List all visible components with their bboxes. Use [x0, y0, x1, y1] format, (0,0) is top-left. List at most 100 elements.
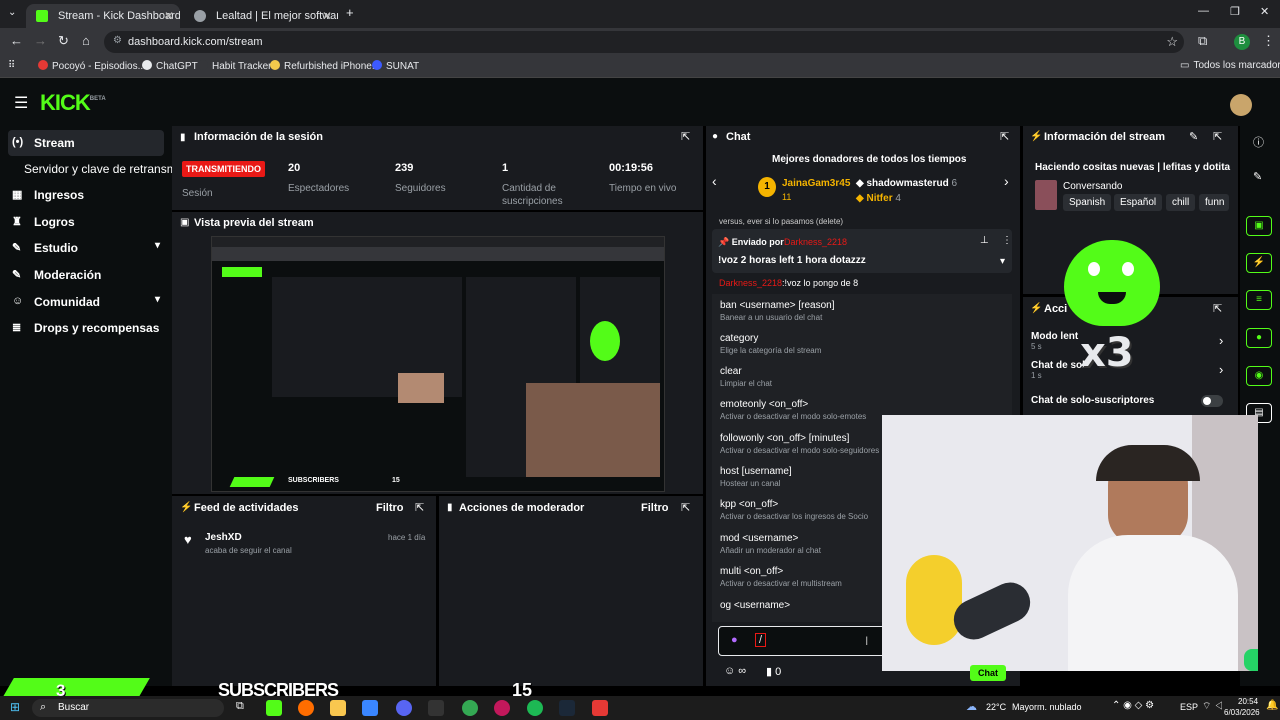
popout-icon[interactable]: ⇱	[681, 130, 690, 143]
clock-time[interactable]: 20:54	[1238, 697, 1258, 706]
profile-avatar[interactable]: B	[1234, 34, 1250, 50]
back-icon[interactable]: ←	[10, 33, 23, 48]
viewer-list-icon[interactable]: ☺ ∞	[724, 665, 746, 677]
wifi-volume-icon[interactable]: ⌔ ◁	[1202, 700, 1224, 713]
close-window-icon[interactable]: ✕	[1260, 5, 1269, 18]
activity-user[interactable]: JeshXD	[205, 532, 242, 543]
sidebar-item-drops[interactable]: ≣ Drops y recompensas	[8, 315, 164, 341]
taskbar-search[interactable]: ⌕ Buscar	[32, 699, 224, 717]
donor-name[interactable]: JainaGam3r45	[782, 178, 850, 189]
command-item-clear[interactable]: clear Limpiar el chat	[720, 366, 772, 388]
chrome-taskbar-icon[interactable]	[462, 700, 478, 716]
reload-icon[interactable]: ↻	[58, 33, 69, 49]
url-bar[interactable]: ⚙ dashboard.kick.com/stream ☆	[104, 31, 1184, 53]
app3-taskbar-icon[interactable]	[592, 700, 608, 716]
firefox-taskbar-icon[interactable]	[298, 700, 314, 716]
extensions-icon[interactable]: ⧉	[1198, 33, 1207, 49]
command-item-og[interactable]: og <username>	[720, 600, 790, 611]
weather-desc[interactable]: Mayorm. nublado	[1012, 702, 1098, 712]
donor-3[interactable]: ◆ Nitfer 4	[856, 193, 901, 204]
popout-icon[interactable]: ⇱	[681, 501, 690, 514]
command-item-host[interactable]: host [username] Hostear un canal	[720, 466, 792, 488]
rail-list-icon[interactable]: ≡	[1246, 290, 1272, 310]
filter-button[interactable]: Filtro	[376, 502, 404, 514]
tab-kick-dashboard[interactable]: Stream - Kick Dashboard ✕	[26, 4, 180, 28]
minimize-icon[interactable]: —	[1198, 5, 1209, 17]
popout-icon[interactable]: ⇱	[1213, 302, 1222, 315]
command-item-emoteonly[interactable]: emoteonly <on_off> Activar o desactivar e…	[720, 399, 866, 421]
filter-button[interactable]: Filtro	[641, 502, 669, 514]
task-view-icon[interactable]: ⧉	[236, 700, 244, 713]
rail-chat-icon[interactable]: ●	[1246, 328, 1272, 348]
rail-broadcast-icon[interactable]: ◉	[1246, 366, 1272, 386]
app2-taskbar-icon[interactable]	[494, 700, 510, 716]
sidebar-item-server-key[interactable]: Servidor y clave de retransmisión	[8, 156, 172, 182]
sidebar-item-moderacion[interactable]: ✎ Moderación	[8, 262, 164, 288]
obs-taskbar-icon[interactable]	[428, 700, 444, 716]
steam-taskbar-icon[interactable]	[559, 700, 575, 716]
command-item-multi[interactable]: multi <on_off> Activar o desactivar el mu…	[720, 566, 842, 588]
sidebar-item-estudio[interactable]: ✎ Estudio ▾	[8, 235, 164, 261]
rail-bolt-icon[interactable]: ⚡	[1246, 253, 1272, 273]
chevron-right-icon[interactable]: ›	[1004, 173, 1009, 189]
chat-send-button[interactable]: Chat	[970, 665, 1006, 681]
tab-search-icon[interactable]: ⌄	[8, 7, 16, 18]
info-icon[interactable]: ⓘ	[1253, 134, 1264, 150]
chevron-left-icon[interactable]: ‹	[712, 173, 717, 189]
command-item-followonly[interactable]: followonly <on_off> [minutes] Activar o d…	[720, 433, 879, 455]
gift-counter[interactable]: ▮ 0	[766, 665, 781, 678]
new-tab-icon[interactable]: +	[346, 5, 354, 20]
browser-menu-icon[interactable]: ⋮	[1262, 33, 1275, 49]
chevron-down-icon[interactable]: ▾	[1000, 256, 1005, 267]
command-item-mod[interactable]: mod <username> Añadir un moderador al cha…	[720, 533, 821, 555]
file-explorer-taskbar-icon[interactable]	[330, 700, 346, 716]
user-avatar[interactable]	[1230, 94, 1252, 116]
tab-lealtad[interactable]: Lealtad | El mejor software para ✕	[184, 4, 338, 28]
home-icon[interactable]: ⌂	[82, 33, 90, 48]
notification-bell-icon[interactable]: 🔔	[1266, 700, 1278, 711]
sidebar-item-ingresos[interactable]: ▦ Ingresos	[8, 182, 164, 208]
apps-icon[interactable]: ⠿	[8, 60, 15, 71]
popout-icon[interactable]: ⇱	[1213, 130, 1222, 143]
minecraft-taskbar-icon[interactable]	[266, 700, 282, 716]
chat-username[interactable]: Darkness_2218	[719, 278, 782, 288]
bookmark-pocoyo[interactable]: Pocoyó - Episodios...	[38, 60, 146, 72]
close-tab-icon[interactable]: ✕	[164, 9, 174, 23]
pinned-user[interactable]: Darkness_2218	[784, 237, 847, 247]
preview-video[interactable]: SUBSCRIBERS 15	[211, 236, 665, 492]
category-name[interactable]: Conversando	[1063, 181, 1122, 192]
rail-preview-icon[interactable]: ▣	[1246, 216, 1272, 236]
spotify-taskbar-icon[interactable]	[527, 700, 543, 716]
bookmark-star-icon[interactable]: ☆	[1166, 34, 1178, 50]
clock-date[interactable]: 6/03/2026	[1224, 708, 1260, 717]
all-bookmarks[interactable]: ▭Todos los marcadores	[1180, 60, 1280, 71]
close-tab-icon[interactable]: ✕	[322, 9, 332, 23]
more-options-icon[interactable]: ⋮	[1002, 235, 1012, 246]
pin-toggle-icon[interactable]: ⊥	[980, 235, 989, 246]
sidebar-item-logros[interactable]: ♜ Logros	[8, 209, 164, 235]
weather-temp[interactable]: 22°C	[986, 702, 1006, 712]
tray-icons[interactable]: ⌃ ◉ ◇ ⚙	[1112, 700, 1154, 711]
kick-logo[interactable]: KICKBETA	[40, 90, 106, 116]
edit-icon[interactable]: ✎	[1253, 170, 1262, 183]
bookmark-refurbished[interactable]: Refurbished iPhone...	[270, 60, 380, 72]
site-info-icon[interactable]: ⚙	[113, 35, 122, 46]
bookmark-habit-tracker[interactable]: Habit Tracker	[198, 60, 271, 72]
popout-icon[interactable]: ⇱	[1000, 130, 1009, 143]
command-item-category[interactable]: category Elige la categoría del stream	[720, 333, 821, 355]
edit-icon[interactable]: ✎	[1189, 130, 1198, 143]
bookmark-chatgpt[interactable]: ChatGPT	[142, 60, 198, 72]
maximize-icon[interactable]: ❐	[1230, 5, 1240, 18]
windows-start-icon[interactable]: ⊞	[10, 700, 20, 714]
command-item-ban[interactable]: ban <username> [reason] Banear a un usuar…	[720, 300, 835, 322]
popout-icon[interactable]: ⇱	[415, 501, 424, 514]
category-thumbnail[interactable]	[1035, 180, 1057, 210]
command-item-kpp[interactable]: kpp <on_off> Activar o desactivar los ing…	[720, 499, 868, 521]
bookmark-sunat[interactable]: SUNAT	[372, 60, 419, 72]
hamburger-menu-icon[interactable]: ☰	[14, 93, 28, 113]
language-indicator[interactable]: ESP	[1180, 702, 1198, 712]
forward-icon[interactable]: →	[34, 33, 47, 48]
sidebar-item-comunidad[interactable]: ☺ Comunidad ▾	[8, 289, 164, 315]
microphone-icon[interactable]: ●	[731, 634, 738, 646]
discord-taskbar-icon[interactable]	[396, 700, 412, 716]
